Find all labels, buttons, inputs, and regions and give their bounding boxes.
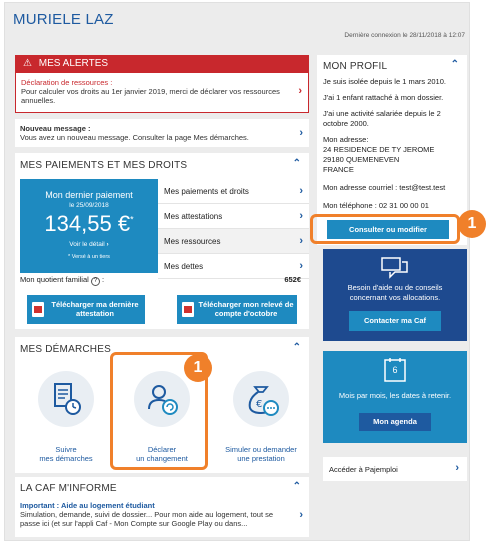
demarche-label-line1: Suivre [55,445,77,454]
info-icon[interactable]: ? [90,277,100,286]
help-text: Besoin d'aide ou de conseils concernant … [347,283,443,302]
caf-info-title: LA CAF M'INFORME [20,483,117,494]
pajemploi-link[interactable]: Accéder à Pajemploi › [323,457,467,481]
calendar-day: 6 [392,365,398,375]
menu-item-label: Mes dettes [164,262,204,271]
download-releve-label: Télécharger mon relevé de compte d'octob… [198,300,294,318]
chevron-up-icon[interactable]: ⌃ [293,342,301,353]
svg-text:€: € [256,399,262,410]
profile-line: J'ai une activité salariée depuis le 2 o… [323,109,441,128]
payments-title: MES PAIEMENTS ET MES DROITS [20,160,188,171]
caf-info-item[interactable]: Important : Aide au logement étudiant Si… [20,501,285,528]
chat-bubble-icon [381,257,409,279]
alert-item[interactable]: Déclaration de ressources : Pour calcule… [15,73,309,113]
profile-line: Mon adresse courriel : test@test.test [323,183,446,192]
highlight-profile-button [310,214,460,244]
chevron-up-icon[interactable]: ⌃ [293,158,301,169]
last-payment-tile[interactable]: Mon dernier paiement le 25/09/2018 134,5… [20,179,158,273]
demarche-label: Simuler ou demander une prestation [221,445,301,463]
menu-item-label: Mes ressources [164,237,221,246]
caf-info-panel: LA CAF M'INFORME ⌃ Important : Aide au l… [15,477,309,537]
alerts-header: ⚠ MES ALERTES [15,55,309,73]
chevron-right-icon: › [455,462,459,474]
message-text: Vous avez un nouveau message. Consulter … [20,133,249,142]
agenda-text: Mois par mois, les dates à retenir. [338,391,452,400]
last-payment-amount: 134,55 €* [20,211,158,237]
menu-item-label: Mes paiements et droits [164,187,249,196]
last-payment-label: Mon dernier paiement [45,190,133,200]
profile-line: Mon adresse: [323,135,369,144]
quotient-value: 652€ [284,275,301,284]
profile-line: FRANCE [323,165,354,174]
my-agenda-button[interactable]: Mon agenda [359,413,431,431]
pdf-icon [182,302,194,317]
menu-item-payments-rights[interactable]: Mes paiements et droits › [158,179,309,204]
download-attestation-button[interactable]: Télécharger ma dernière attestation [27,295,145,324]
menu-item-label: Mes attestations [164,212,223,221]
chevron-right-icon: › [299,235,303,247]
follow-document-icon [38,371,94,427]
payment-detail-label: Voir le détail [69,241,105,248]
chevron-right-icon: › [106,241,109,248]
demarche-label: Suivre mes démarches [26,445,106,463]
payment-note: * Versé à un tiers [68,254,110,260]
last-payment-date: le 25/09/2018 [69,202,109,209]
profile-line: 24 RESIDENCE DE TY JEROME [323,145,435,154]
new-message[interactable]: Nouveau message : Vous avez un nouveau m… [15,119,309,147]
payments-panel: MES PAIEMENTS ET MES DROITS ⌃ Mon dernie… [15,153,309,329]
annotation-badge-demarche: 1 [184,354,212,382]
amount-mark: * [130,214,134,225]
chevron-right-icon: › [299,185,303,197]
annotation-badge-profile: 1 [458,210,486,238]
profile-line: Je suis isolée depuis le 1 mars 2010. [323,77,446,86]
profile-line: 29180 QUEMENEVEN [323,155,400,164]
user-name: MURIELE LAZ [13,11,114,28]
download-attestation-label: Télécharger ma dernière attestation [51,300,139,318]
quotient-label-text: Mon quotient familial [20,275,89,284]
info-icon-colon: : [101,275,105,284]
demarche-label-line2: une prestation [237,454,285,463]
chevron-up-icon[interactable]: ⌃ [293,481,301,492]
contact-caf-button[interactable]: Contacter ma Caf [349,311,441,331]
amount-value: 134,55 € [44,211,131,236]
menu-item-ressources[interactable]: Mes ressources › [158,229,309,254]
download-releve-button[interactable]: Télécharger mon relevé de compte d'octob… [177,295,297,324]
profile-line: J'ai 1 enfant rattaché à mon dossier. [323,93,444,102]
payments-menu: Mes paiements et droits › Mes attestatio… [158,179,309,279]
money-bag-chat-icon: € [233,371,289,427]
page-frame: MURIELE LAZ Dernière connexion le 28/11/… [4,2,470,541]
calendar-icon: 6 [383,357,407,383]
chevron-right-icon: › [299,509,303,521]
alert-item-title: Déclaration de ressources : [21,78,113,87]
message-title: Nouveau message : [20,124,91,133]
chevron-right-icon: › [298,85,302,97]
alert-item-text: Pour calculer vos droits au 1er janvier … [21,87,280,105]
payment-detail-link[interactable]: Voir le détail › [20,241,158,248]
chevron-right-icon: › [299,260,303,272]
chevron-right-icon: › [299,127,303,139]
agenda-panel: 6 Mois par mois, les dates à retenir. Mo… [323,351,467,443]
demarche-simuler[interactable]: € Simuler ou demander une prestation [215,367,307,467]
profile-line: Mon téléphone : 02 31 00 00 01 [323,201,429,210]
chevron-right-icon: › [299,210,303,222]
caf-info-item-title: Important : Aide au logement étudiant [20,501,155,510]
pdf-icon [32,302,44,317]
alerts-title: MES ALERTES [38,58,109,69]
menu-item-attestations[interactable]: Mes attestations › [158,204,309,229]
demarches-title: MES DÉMARCHES [20,344,111,355]
quotient-label: Mon quotient familial ? : [20,275,104,286]
pajemploi-label: Accéder à Pajemploi [329,465,398,474]
profile-title: MON PROFIL [323,61,388,72]
help-panel: Besoin d'aide ou de conseils concernant … [323,249,467,341]
warning-icon: ⚠ [23,58,32,69]
last-login: Dernière connexion le 28/11/2018 à 12:07 [344,32,465,39]
caf-info-item-text: Simulation, demande, suivi de dossier...… [20,510,274,528]
demarche-suivre[interactable]: Suivre mes démarches [23,367,109,467]
chevron-up-icon[interactable]: ⌃ [451,59,459,70]
demarche-label-line1: Simuler ou demander [225,445,297,454]
demarche-label-line2: mes démarches [39,454,93,463]
